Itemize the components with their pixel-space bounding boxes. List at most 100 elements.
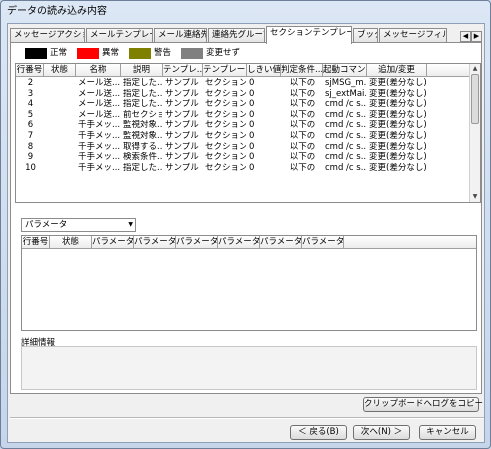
parameter-table[interactable]: 行番号状態パラメータ...パラメータ...パラメータ...パラメータ...パラメ… bbox=[21, 235, 477, 331]
tab-message-filter[interactable]: メッセージフィルタ bbox=[379, 28, 447, 43]
table-cell: メール送... bbox=[78, 78, 120, 88]
table-cell: 6 bbox=[27, 120, 34, 131]
table-cell: 変更(差分なし) bbox=[369, 152, 426, 163]
detail-info-box[interactable] bbox=[21, 346, 477, 390]
table-row[interactable]: 10 千手メッ...指定した...サンプルセクション...0 以下の cmd /c s… bbox=[16, 163, 480, 173]
footer-separator bbox=[10, 417, 484, 419]
tab-mail-template[interactable]: メールテンプレート bbox=[86, 28, 153, 43]
table-cell: 0 bbox=[249, 141, 255, 152]
table-cell: 指定した... bbox=[123, 99, 162, 110]
cancel-button[interactable]: キャンセル bbox=[419, 425, 476, 440]
legend-swatch-warning bbox=[129, 48, 151, 59]
next-button[interactable]: 次へ(N) ＞ bbox=[353, 425, 410, 440]
tab-book[interactable]: ブック bbox=[353, 28, 378, 43]
column-header[interactable]: 名称 bbox=[76, 64, 121, 77]
table-cell: 千手メッ... bbox=[78, 120, 120, 131]
tab-panel: 正常 異常 警告 変更せず 行番号状態名称説明テンプレ...テンプレー...しき… bbox=[10, 42, 482, 394]
table-row[interactable]: 5 メール送...前セクショ...サンプルセクション...0 以下の cmd /c s… bbox=[16, 110, 480, 120]
table-cell: 監視対象... bbox=[123, 120, 162, 131]
table-cell: 変更(差分なし) bbox=[369, 99, 426, 110]
parameter-column-header[interactable]: パラメータ... bbox=[176, 236, 218, 249]
chevron-down-icon[interactable]: ▼ bbox=[128, 219, 133, 231]
column-header[interactable]: 追加/変更 bbox=[367, 64, 427, 77]
table-cell: 0 bbox=[249, 109, 255, 120]
scroll-up-icon[interactable]: ▲ bbox=[470, 64, 480, 74]
table-cell: 0 bbox=[249, 99, 255, 110]
tab-message-action[interactable]: メッセージアクション bbox=[10, 28, 85, 43]
parameter-column-header[interactable]: 状態 bbox=[50, 236, 92, 249]
table-cell: 指定した... bbox=[123, 78, 162, 88]
parameter-column-header[interactable]: パラメータ... bbox=[302, 236, 344, 249]
table-row[interactable]: 8 千手メッ...取得する...サンプルセクション...0 以下の cmd /c s.… bbox=[16, 142, 480, 152]
table-cell: 0 bbox=[249, 88, 255, 99]
table-cell: メール送... bbox=[78, 109, 120, 120]
tab-scroll-arrows: ◀ ▶ bbox=[460, 31, 482, 42]
column-header[interactable]: 状態 bbox=[44, 64, 76, 77]
legend-label: 異常 bbox=[102, 48, 120, 58]
tab-scroll-left-icon[interactable]: ◀ bbox=[460, 31, 471, 42]
parameter-select[interactable]: パラメータ ▼ bbox=[21, 218, 136, 232]
table-cell bbox=[46, 131, 75, 141]
table-cell: サンプル bbox=[165, 109, 199, 120]
table-cell: 監視対象... bbox=[123, 131, 162, 141]
table-vertical-scrollbar[interactable]: ▲ ▼ bbox=[469, 64, 480, 202]
column-header[interactable]: 行番号 bbox=[16, 64, 44, 77]
legend-swatch-normal bbox=[25, 48, 47, 59]
column-header[interactable]: テンプレ... bbox=[163, 64, 203, 77]
table-cell bbox=[46, 142, 75, 152]
table-row[interactable]: 2 メール送...指定した...サンプルセクション...0 以下の sjMSG_m..… bbox=[16, 78, 480, 88]
table-cell: サンプル bbox=[165, 131, 199, 141]
table-cell bbox=[46, 163, 75, 173]
table-cell: セクション... bbox=[205, 131, 246, 141]
table-cell: 変更(差分なし) bbox=[369, 78, 426, 88]
table-cell: sjMSG_m... bbox=[325, 78, 366, 88]
scroll-thumb[interactable] bbox=[471, 74, 479, 124]
parameter-column-header[interactable]: パラメータ... bbox=[134, 236, 176, 249]
parameter-column-header[interactable]: パラメータ... bbox=[260, 236, 302, 249]
table-row[interactable]: 9 千手メッ...検索条件...サンプルセクション...0 以下の cmd /c s.… bbox=[16, 152, 480, 162]
table-cell: cmd /c s... bbox=[325, 131, 366, 141]
table-cell: セクション... bbox=[205, 141, 246, 152]
table-cell: セクション... bbox=[205, 78, 246, 88]
table-cell: 4 bbox=[27, 99, 34, 110]
table-cell: セクション... bbox=[205, 109, 246, 120]
table-row[interactable]: 7 千手メッ...監視対象...サンプルセクション...0 以下の cmd /c s.… bbox=[16, 131, 480, 141]
back-button[interactable]: ＜ 戻る(B) bbox=[290, 425, 347, 440]
legend-swatch-unchanged bbox=[181, 48, 203, 59]
table-cell: cmd /c s... bbox=[325, 99, 366, 110]
parameter-select-value: パラメータ bbox=[25, 220, 68, 230]
tab-scroll-right-icon[interactable]: ▶ bbox=[471, 31, 482, 42]
tab-mail-contact[interactable]: メール連絡先 bbox=[154, 28, 207, 43]
table-cell: 変更(差分なし) bbox=[369, 141, 426, 152]
table-row[interactable]: 6 千手メッ...監視対象...サンプルセクション...0 以下の cmd /c s.… bbox=[16, 120, 480, 130]
table-cell: 変更(差分なし) bbox=[369, 120, 426, 131]
tab-section-template[interactable]: セクションテンプレート bbox=[266, 26, 352, 44]
copy-log-button[interactable]: クリップボードへログをコピー bbox=[363, 397, 483, 412]
table-cell: 以下の bbox=[289, 78, 316, 88]
section-template-table[interactable]: 行番号状態名称説明テンプレ...テンプレー...しきい値判定条件...起動コマン… bbox=[15, 63, 481, 203]
table-cell bbox=[46, 110, 75, 120]
table-cell: 3 bbox=[27, 88, 34, 99]
column-header[interactable]: しきい値 bbox=[247, 64, 281, 77]
column-header[interactable]: 起動コマン... bbox=[323, 64, 367, 77]
table-cell: 0 bbox=[249, 78, 255, 88]
table-cell: セクション... bbox=[205, 162, 246, 173]
column-header[interactable]: 判定条件... bbox=[281, 64, 323, 77]
table-cell bbox=[46, 99, 75, 109]
table-cell: 変更(差分なし) bbox=[369, 131, 426, 141]
parameter-column-header[interactable]: 行番号 bbox=[22, 236, 50, 249]
table-row[interactable]: 3 メール送...指定した...サンプルセクション...0 以下の sj_extMai… bbox=[16, 89, 480, 99]
table-cell: サンプル bbox=[165, 141, 199, 152]
tab-contact-group[interactable]: 連絡先グループ bbox=[208, 28, 265, 43]
scroll-down-icon[interactable]: ▼ bbox=[470, 192, 480, 202]
table-row[interactable]: 4 メール送...指定した...サンプルセクション...0 以下の cmd /c s.… bbox=[16, 99, 480, 109]
table-cell: 指定した... bbox=[123, 88, 162, 99]
table-header: 行番号状態名称説明テンプレ...テンプレー...しきい値判定条件...起動コマン… bbox=[16, 64, 480, 77]
parameter-column-header[interactable]: パラメータ... bbox=[92, 236, 134, 249]
table-cell: 変更(差分なし) bbox=[369, 88, 426, 99]
column-header[interactable]: 説明 bbox=[121, 64, 163, 77]
legend-swatch-error bbox=[77, 48, 99, 59]
parameter-column-header[interactable]: パラメータ... bbox=[218, 236, 260, 249]
column-header[interactable]: テンプレー... bbox=[203, 64, 247, 77]
table-cell: 7 bbox=[27, 131, 34, 141]
